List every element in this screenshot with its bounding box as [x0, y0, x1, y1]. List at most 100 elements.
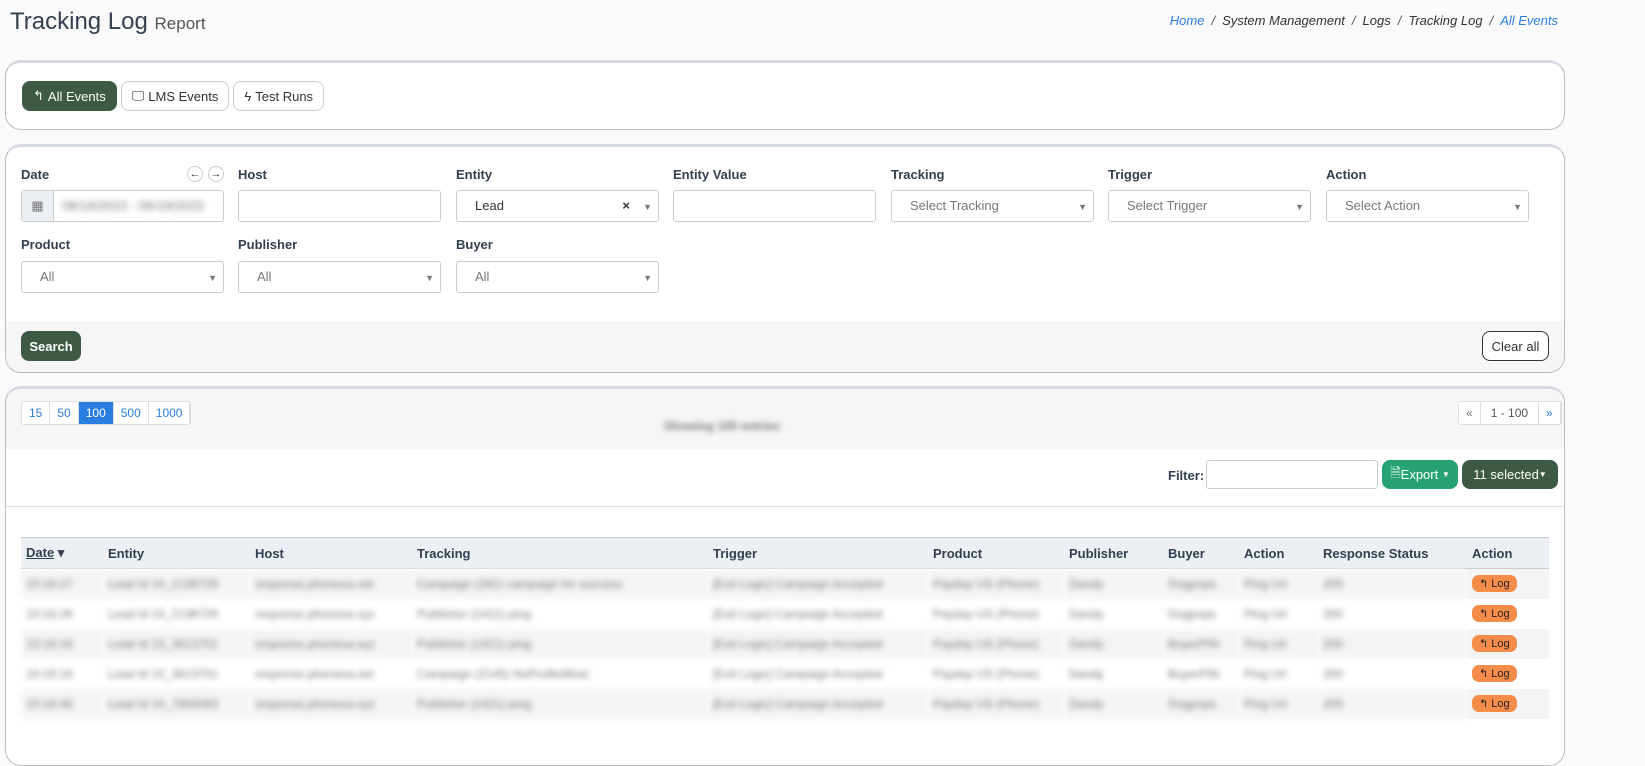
- column-header-publisher: Publisher: [1064, 537, 1163, 569]
- cell: 200: [1323, 666, 1344, 681]
- cell: Publisher (1421) ping: [412, 688, 708, 719]
- breadcrumb-all-events[interactable]: All Events: [1500, 13, 1558, 28]
- column-header-entity: Entity: [103, 537, 250, 569]
- cell: Payday US (Phone): [933, 606, 1040, 621]
- chevron-down-icon: ▼: [1513, 202, 1522, 212]
- host-input[interactable]: [238, 190, 441, 222]
- cell: 10:16:27: [21, 568, 103, 599]
- page-size-1000[interactable]: 1000: [148, 402, 191, 424]
- page-size-15[interactable]: 15: [22, 402, 51, 424]
- cell: Dogpops: [1163, 688, 1239, 719]
- cell: response.phonesa.xyz: [250, 688, 412, 719]
- column-header-product: Product: [928, 537, 1064, 569]
- tracking-select[interactable]: Select Tracking ▼: [891, 190, 1094, 222]
- table-row: 10:16:26 Lead Id 10_2138729 response.phone…: [21, 599, 1549, 629]
- reply-icon: ↰: [1479, 608, 1492, 620]
- pager: «1 - 100»: [1458, 401, 1562, 425]
- cell: Payday US (Phone): [933, 666, 1040, 681]
- chevron-down-icon: ▼: [208, 273, 217, 283]
- chevron-down-icon: ▼: [1295, 202, 1304, 212]
- cell: Payday US (Phone): [928, 568, 1064, 599]
- monitor-icon: 🖵: [131, 88, 145, 103]
- table-row: 10:16:27 Lead Id 10_2138729 response.phone…: [21, 568, 1549, 599]
- cell: 200: [1318, 688, 1467, 719]
- cell: Ping Url: [1244, 666, 1287, 681]
- trigger-select[interactable]: Select Trigger ▼: [1108, 190, 1311, 222]
- column-header-buyer: Buyer: [1163, 537, 1239, 569]
- page-size-500[interactable]: 500: [113, 402, 149, 424]
- cell: 10:16:16: [26, 666, 73, 681]
- table-row: 10:16:06 Lead Id 10_7859363 response.phone…: [21, 688, 1549, 719]
- log-button[interactable]: ↰ Log: [1472, 635, 1517, 652]
- chevron-down-icon: ▼: [643, 202, 652, 212]
- log-button[interactable]: ↰ Log: [1472, 575, 1517, 593]
- tab-lms-events[interactable]: 🖵 LMS Events: [120, 81, 230, 111]
- column-header-action: Action: [1467, 537, 1549, 569]
- column-select-button[interactable]: 11 selected ▼: [1462, 460, 1558, 489]
- action-select[interactable]: Select Action ▼: [1326, 190, 1529, 222]
- reply-icon: ↰: [1479, 638, 1492, 650]
- sort-desc-icon: ▾: [54, 545, 65, 560]
- publisher-select[interactable]: All ▼: [238, 261, 441, 293]
- cell: Dandy: [1069, 606, 1104, 621]
- next-page-button[interactable]: »: [1539, 402, 1561, 424]
- column-header-trigger: Trigger: [708, 537, 928, 569]
- cell: Payday US (Phone): [928, 688, 1064, 719]
- clear-all-button[interactable]: Clear all: [1482, 331, 1549, 361]
- cell: 200: [1318, 568, 1467, 599]
- cell: Ping Url: [1244, 606, 1287, 621]
- page-title: Tracking Log Report: [10, 8, 206, 35]
- chevron-down-icon: ▼: [643, 273, 652, 283]
- column-header-response-status: Response Status: [1318, 537, 1467, 569]
- next-date-button[interactable]: →: [208, 166, 224, 182]
- buyer-select[interactable]: All ▼: [456, 261, 659, 293]
- chevron-down-icon: ▼: [425, 273, 434, 283]
- tabs-card: ↰ All Events 🖵 LMS Events ϟ Test Runs: [5, 60, 1565, 130]
- search-button[interactable]: Search: [21, 331, 81, 361]
- tab-test-runs[interactable]: ϟ Test Runs: [233, 81, 325, 111]
- cell: 10:16:06: [21, 688, 103, 719]
- column-header-date[interactable]: Date ▾: [21, 537, 103, 569]
- cell: Lead Id 10_2138729: [108, 606, 219, 621]
- filters-footer: [6, 321, 1564, 372]
- cell: response.phonesa.xyz: [250, 628, 412, 659]
- cell: Dandy: [1064, 628, 1163, 659]
- cell: Dogpops: [1163, 568, 1239, 599]
- entity-value-input[interactable]: [673, 190, 876, 222]
- clear-icon[interactable]: ×: [622, 191, 630, 221]
- tab-all-events[interactable]: ↰ All Events: [22, 81, 117, 111]
- filters-card: Date ← → ▦ 08/19/2023 - 08/19/2023 Host E…: [5, 144, 1565, 373]
- breadcrumb: Home / System Management / Logs / Tracking Log…: [1169, 13, 1558, 28]
- filter-input[interactable]: [1206, 460, 1378, 489]
- table-row: 10:16:16 Lead Id 10_3613701 response.phone…: [21, 628, 1549, 659]
- date-range-input[interactable]: ▦ 08/19/2023 - 08/19/2023: [21, 190, 224, 222]
- column-header-tracking: Tracking: [412, 537, 708, 569]
- cell: Ping Url: [1239, 688, 1318, 719]
- cell: 200: [1323, 606, 1344, 621]
- prev-date-button[interactable]: ←: [187, 166, 203, 182]
- breadcrumb-home[interactable]: Home: [1170, 13, 1205, 28]
- chevron-down-icon: ▼: [1078, 202, 1087, 212]
- page-size-50[interactable]: 50: [50, 402, 79, 424]
- cell: Campaign (281) campaign for success: [412, 568, 708, 599]
- log-button[interactable]: ↰ Log: [1472, 605, 1517, 622]
- page-range: 1 - 100: [1480, 402, 1540, 424]
- cell: Lead Id 10_2138729: [103, 568, 250, 599]
- log-button[interactable]: ↰ Log: [1472, 695, 1517, 712]
- cell: Publisher (1421) ping: [417, 606, 532, 621]
- page-size-100[interactable]: 100: [78, 402, 114, 424]
- reply-icon: ↰: [1479, 578, 1492, 591]
- export-button[interactable]: 🗎 Export ▼: [1382, 460, 1458, 489]
- cell: BuyerPIN: [1168, 666, 1220, 681]
- table-row: 10:16:16 Lead Id 10_3613701 response.phone…: [21, 659, 1549, 689]
- log-button[interactable]: ↰ Log: [1472, 665, 1517, 682]
- cell: Dandy: [1064, 568, 1163, 599]
- cell: Dogpops: [1168, 606, 1217, 621]
- prev-page-button[interactable]: «: [1459, 402, 1481, 424]
- page-size-selector: 15 50 100 500 1000: [21, 401, 192, 425]
- showing-entries: Showing 100 entries: [664, 419, 781, 433]
- cell: Lead Id 10_3613701: [108, 666, 219, 681]
- entity-select[interactable]: Lead × ▼: [456, 190, 659, 222]
- cell: Lead Id 10_7859363: [103, 688, 250, 719]
- product-select[interactable]: All ▼: [21, 261, 224, 293]
